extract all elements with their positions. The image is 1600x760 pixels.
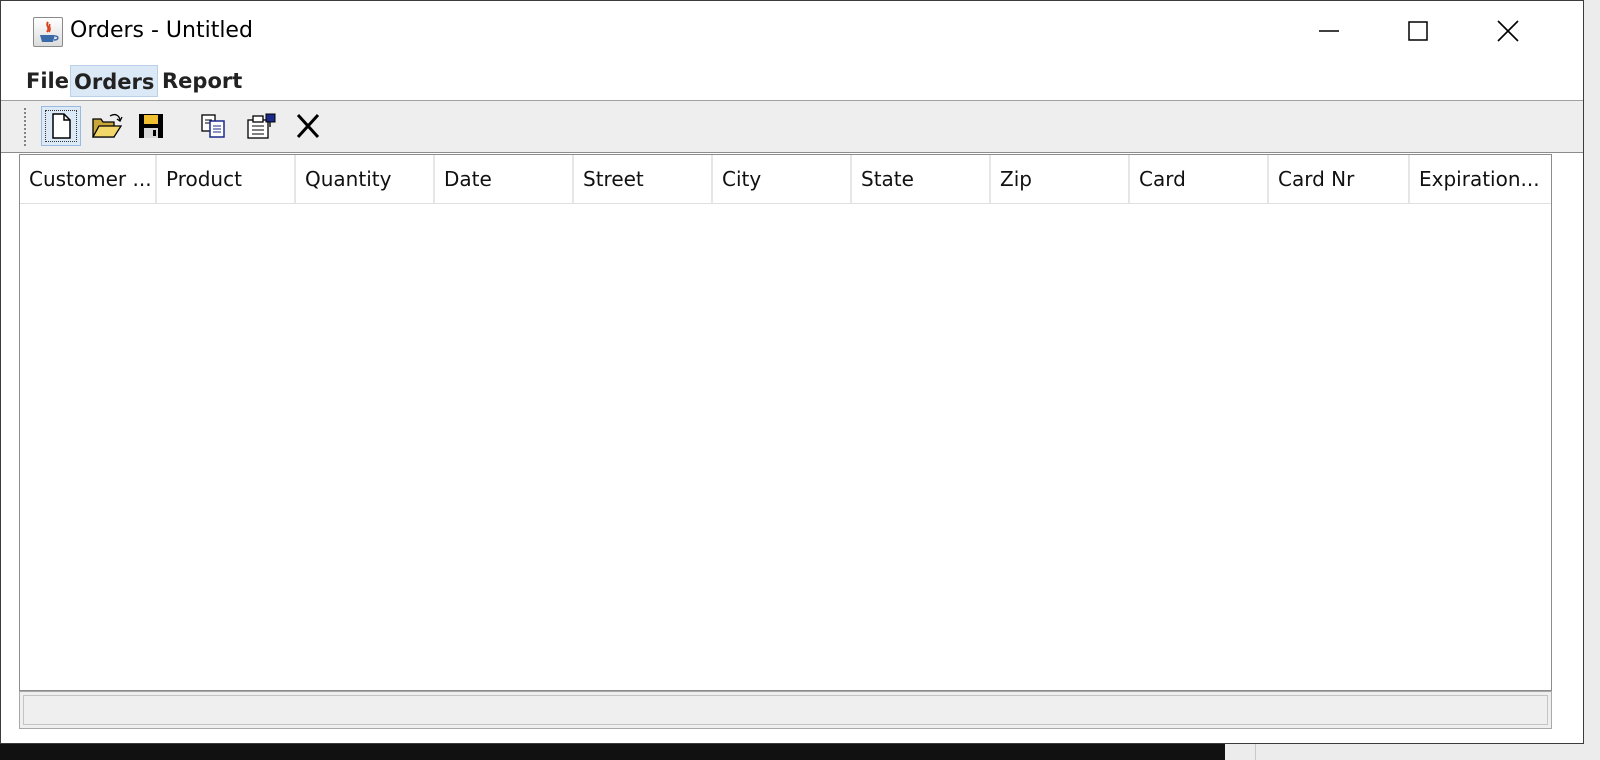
orders-table[interactable]: Customer ... Product Quantity Date Stree…: [19, 154, 1552, 691]
delete-icon: [296, 113, 320, 139]
window-title: Orders - Untitled: [70, 18, 253, 43]
title-bar[interactable]: Orders - Untitled: [1, 1, 1583, 63]
properties-button[interactable]: [241, 106, 281, 146]
column-header-card-nr[interactable]: Card Nr: [1269, 155, 1410, 203]
menu-file[interactable]: File: [23, 65, 72, 97]
menu-bar: File Orders Report: [1, 63, 1583, 101]
minimize-button[interactable]: [1306, 11, 1352, 51]
close-icon: [1497, 20, 1519, 42]
minimize-icon: [1319, 30, 1339, 32]
save-button[interactable]: [131, 106, 171, 146]
maximize-icon: [1408, 21, 1428, 41]
new-button[interactable]: [41, 106, 81, 146]
toolbar: [1, 101, 1583, 153]
copy-button[interactable]: [194, 106, 234, 146]
close-button[interactable]: [1485, 11, 1531, 51]
properties-icon: [247, 113, 276, 139]
column-header-date[interactable]: Date: [435, 155, 574, 203]
open-folder-icon: [91, 113, 123, 138]
save-disk-icon: [139, 114, 163, 138]
column-header-zip[interactable]: Zip: [991, 155, 1130, 203]
menu-orders[interactable]: Orders: [70, 65, 159, 97]
menu-report[interactable]: Report: [159, 65, 245, 97]
java-app-icon: [33, 17, 63, 47]
orders-window: Orders - Untitled File Orders Report Cus…: [0, 0, 1584, 744]
column-header-card[interactable]: Card: [1130, 155, 1269, 203]
toolbar-grip[interactable]: [23, 107, 28, 147]
column-header-product[interactable]: Product: [157, 155, 296, 203]
table-header: Customer ... Product Quantity Date Stree…: [20, 155, 1551, 204]
column-header-street[interactable]: Street: [574, 155, 713, 203]
new-document-icon: [52, 113, 71, 139]
column-header-city[interactable]: City: [713, 155, 852, 203]
column-header-customer[interactable]: Customer ...: [20, 155, 157, 203]
copy-icon: [201, 114, 225, 138]
maximize-button[interactable]: [1395, 11, 1441, 51]
column-header-quantity[interactable]: Quantity: [296, 155, 435, 203]
status-text: [23, 695, 1548, 725]
column-header-expiration[interactable]: Expiration...: [1410, 155, 1549, 203]
open-button[interactable]: [87, 106, 127, 146]
column-header-state[interactable]: State: [852, 155, 991, 203]
delete-button[interactable]: [288, 106, 328, 146]
status-bar: [19, 691, 1552, 729]
